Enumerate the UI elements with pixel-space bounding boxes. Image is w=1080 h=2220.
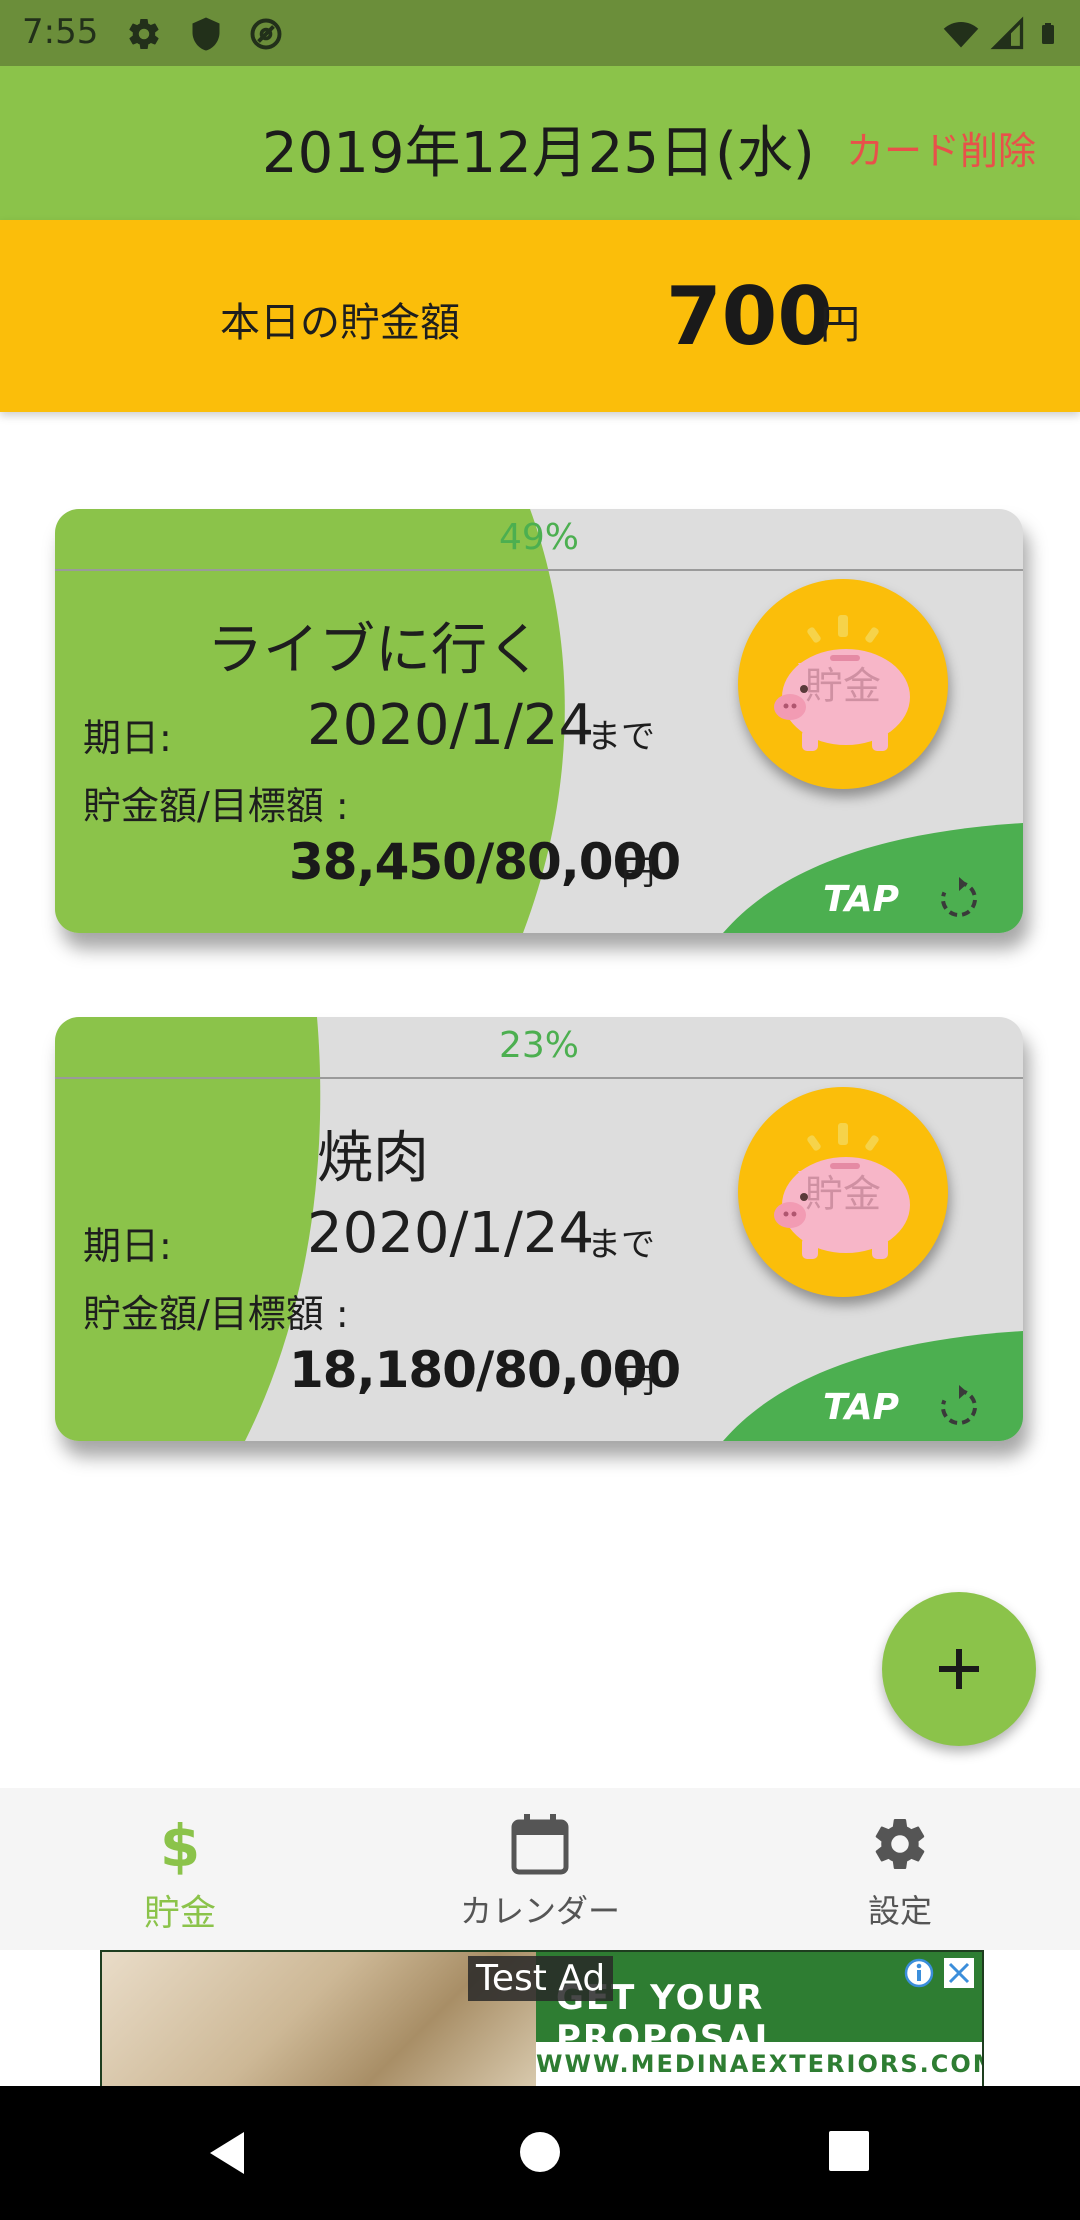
refresh-icon[interactable] <box>935 875 983 923</box>
plus-icon <box>939 1649 979 1689</box>
shield-status-icon <box>192 17 220 51</box>
today-savings-panel: 本日の貯金額 700 円 <box>0 220 1080 412</box>
nav-label-calendar: カレンダー <box>459 1892 620 1930</box>
dollar-icon: $ <box>160 1812 200 1876</box>
gear-icon <box>875 1819 925 1870</box>
card-divider <box>55 1077 1023 1079</box>
calendar-icon <box>511 1814 569 1875</box>
today-savings-label: 本日の貯金額 <box>220 300 460 346</box>
savings-card[interactable]: 23% 焼肉 期日: 2020/1/24 まで 貯金額/目標額 : 18,180… <box>55 1017 1023 1441</box>
status-bar: 7:55 <box>0 0 1080 66</box>
today-savings-unit: 円 <box>820 302 860 348</box>
back-icon[interactable] <box>206 2130 246 2176</box>
amount-unit: 円 <box>621 853 655 893</box>
wifi-icon <box>943 22 979 48</box>
system-nav-bar <box>0 2086 1080 2220</box>
due-suffix: まで <box>587 1225 655 1265</box>
savings-card[interactable]: 49% ライブに行く 期日: 2020/1/24 まで 貯金額/目標額 : 38… <box>55 509 1023 933</box>
piggy-label: 貯金 <box>804 664 881 708</box>
nav-label-savings: 貯金 <box>143 1893 216 1934</box>
ad-info-icon[interactable] <box>904 1958 934 1988</box>
ad-area: GET YOUR PROPOSAL WWW.MEDINAEXTERIORS.CO… <box>0 1950 1080 2088</box>
piggy-bank-button[interactable]: 貯金 <box>738 579 948 789</box>
amount-label: 貯金額/目標額 : <box>83 784 349 828</box>
amount-label: 貯金額/目標額 : <box>83 1292 349 1336</box>
due-date: 2020/1/24 <box>307 1201 595 1266</box>
nav-item-calendar[interactable]: カレンダー <box>360 1788 720 1950</box>
test-ad-label: Test Ad <box>468 1956 614 2001</box>
due-label: 期日: <box>83 716 172 760</box>
settings-status-icon <box>129 19 159 50</box>
add-card-button[interactable] <box>882 1592 1036 1746</box>
due-label: 期日: <box>83 1224 172 1268</box>
nav-item-settings[interactable]: 設定 <box>720 1788 1080 1950</box>
header-date[interactable]: 2019年12月25日(水) <box>262 108 815 189</box>
progress-percent: 23% <box>498 1025 579 1066</box>
delete-card-button[interactable]: カード削除 <box>846 120 1036 175</box>
card-title: 焼肉 <box>317 1126 429 1191</box>
recents-icon[interactable] <box>828 2130 870 2172</box>
tap-button[interactable]: TAP <box>823 1387 899 1428</box>
svg-text:$: $ <box>160 1812 200 1876</box>
ad-url: WWW.MEDINAEXTERIORS.COM <box>536 2042 982 2086</box>
nav-label-settings: 設定 <box>867 1892 932 1930</box>
tap-button[interactable]: TAP <box>823 879 899 920</box>
piggy-label: 貯金 <box>804 1172 881 1216</box>
home-icon[interactable] <box>518 2130 562 2174</box>
app-header: 2019年12月25日(水) カード削除 <box>0 66 1080 220</box>
piggy-bank-button[interactable]: 貯金 <box>738 1087 948 1297</box>
ad-close-icon[interactable] <box>944 1958 974 1988</box>
amount-unit: 円 <box>621 1361 655 1401</box>
nav-item-savings[interactable]: $ 貯金 <box>0 1788 360 1950</box>
signal-icon <box>990 16 1024 50</box>
card-divider <box>55 569 1023 571</box>
status-time: 7:55 <box>22 12 99 52</box>
ad-banner[interactable]: GET YOUR PROPOSAL WWW.MEDINAEXTERIORS.CO… <box>100 1950 984 2088</box>
bottom-navigation: $ 貯金 カレンダー 設定 <box>0 1788 1080 1950</box>
due-suffix: まで <box>587 717 655 757</box>
today-savings-amount: 700 <box>666 270 833 363</box>
refresh-icon[interactable] <box>935 1383 983 1431</box>
card-title: ライブに行く <box>207 618 543 683</box>
progress-percent: 49% <box>498 517 579 558</box>
battery-icon <box>1042 23 1054 44</box>
due-date: 2020/1/24 <box>307 693 595 758</box>
sync-status-icon <box>250 18 282 50</box>
